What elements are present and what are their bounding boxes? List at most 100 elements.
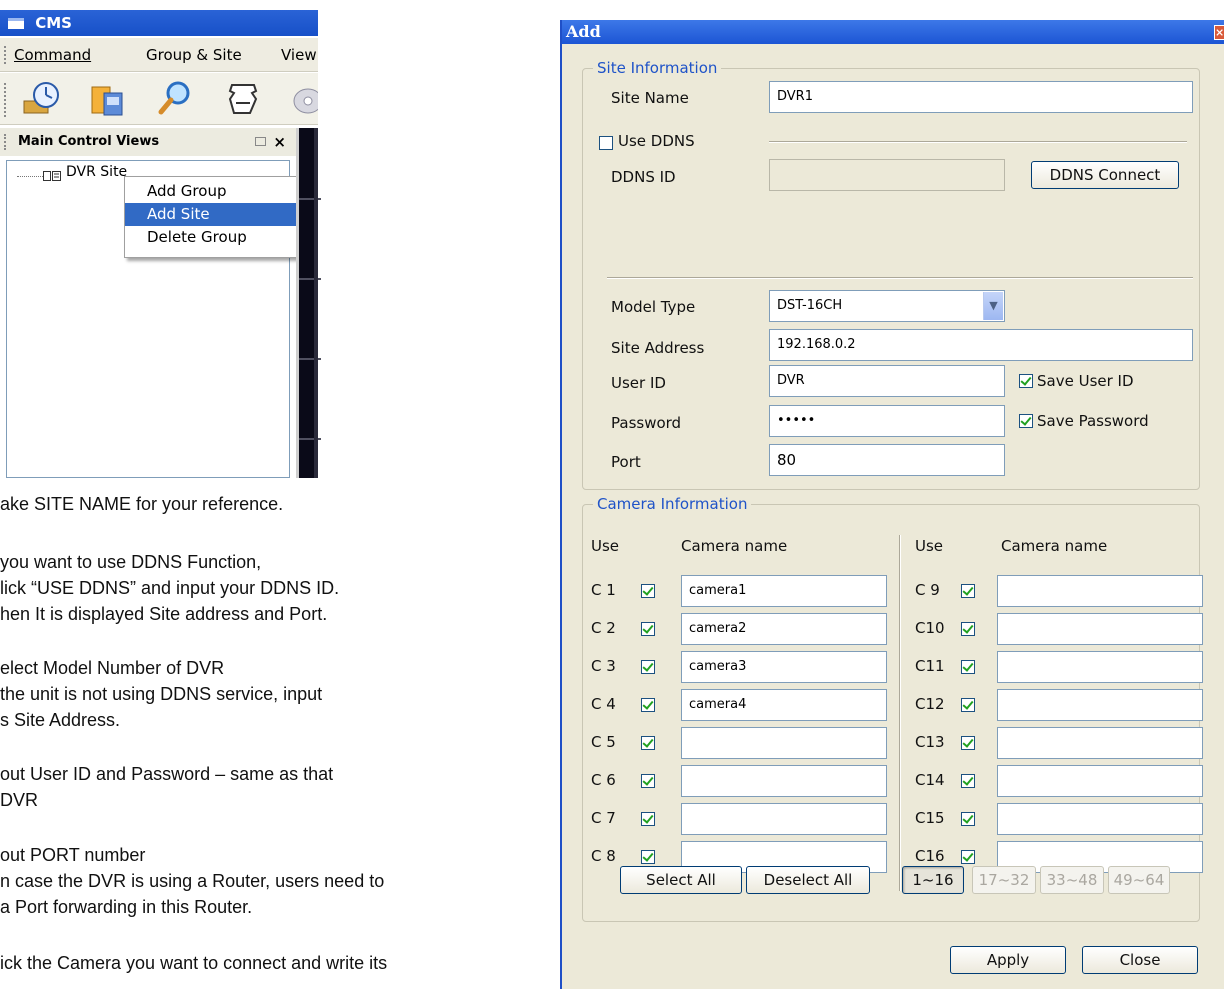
ddns-id-input[interactable] [769, 159, 1005, 191]
close-button[interactable]: Close [1082, 946, 1198, 974]
camera-information-group: Camera Information Use Camera name Use C… [582, 495, 1203, 922]
save-user-id-checkbox[interactable] [1019, 374, 1033, 388]
camera-name-input[interactable] [997, 727, 1203, 759]
camera-name-input[interactable] [997, 613, 1203, 645]
note-line: s Site Address. [0, 710, 121, 730]
note-line: out User ID and Password – same as that [0, 764, 334, 784]
apply-button[interactable]: Apply [950, 946, 1066, 974]
user-id-input[interactable]: DVR [769, 365, 1005, 397]
camera-name-input[interactable] [997, 689, 1203, 721]
camera-label: C16 [915, 847, 945, 865]
camera-label: C12 [915, 695, 945, 713]
model-type-label: Model Type [611, 298, 696, 316]
use-header: Use [591, 537, 620, 555]
camera-name-input[interactable] [997, 765, 1203, 797]
note-line: elect Model Number of DVR [0, 658, 225, 678]
note-line: lick “USE DDNS” and input your DDNS ID. [0, 578, 340, 598]
use-header: Use [915, 537, 944, 555]
ddns-id-label: DDNS ID [611, 168, 676, 186]
site-address-input[interactable]: 192.168.0.2 [769, 329, 1193, 361]
camera-label: C13 [915, 733, 945, 751]
camera-label: C15 [915, 809, 945, 827]
camera-label: C 4 [591, 695, 616, 713]
camera-name-input[interactable]: camera3 [681, 651, 887, 683]
camera-label: C 1 [591, 581, 616, 599]
camera-use-checkbox[interactable] [961, 812, 975, 826]
camera-name-input[interactable] [681, 727, 887, 759]
instruction-notes: ake SITE NAME for your reference. you wa… [0, 0, 540, 989]
ddns-separator [769, 141, 1187, 143]
camera-name-input[interactable] [681, 765, 887, 797]
note-line: you want to use DDNS Function, [0, 552, 262, 572]
page-tab-33-48[interactable]: 33~48 [1040, 866, 1104, 894]
deselect-all-button[interactable]: Deselect All [746, 866, 870, 894]
add-site-dialog: Add × Site Information Site Name DVR1 Us… [560, 20, 1224, 989]
camera-name-input[interactable] [997, 575, 1203, 607]
user-id-label: User ID [611, 374, 666, 392]
camera-use-checkbox[interactable] [641, 812, 655, 826]
camera-use-checkbox[interactable] [641, 622, 655, 636]
use-ddns-label: Use DDNS [618, 132, 695, 150]
page-tab-49-64[interactable]: 49~64 [1108, 866, 1170, 894]
camera-information-legend: Camera Information [593, 495, 752, 513]
camera-label: C 5 [591, 733, 616, 751]
camera-name-input[interactable]: camera2 [681, 613, 887, 645]
dialog-title-bar: Add × [562, 20, 1224, 44]
camera-use-checkbox[interactable] [641, 584, 655, 598]
note-line: a Port forwarding in this Router. [0, 897, 253, 917]
password-label: Password [611, 414, 682, 432]
camera-name-input[interactable] [997, 651, 1203, 683]
page-tab-1-16[interactable]: 1~16 [902, 866, 964, 894]
site-information-group: Site Information Site Name DVR1 Use DDNS… [582, 59, 1200, 490]
camera-label: C 2 [591, 619, 616, 637]
save-password-checkbox[interactable] [1019, 414, 1033, 428]
camera-label: C 3 [591, 657, 616, 675]
camera-label: C 7 [591, 809, 616, 827]
page-tab-17-32[interactable]: 17~32 [972, 866, 1036, 894]
chevron-down-icon[interactable]: ▼ [983, 292, 1003, 320]
select-all-button[interactable]: Select All [620, 866, 742, 894]
camera-use-checkbox[interactable] [961, 584, 975, 598]
camera-use-checkbox[interactable] [641, 698, 655, 712]
close-icon[interactable]: × [1214, 25, 1224, 40]
model-type-select[interactable]: DST-16CH ▼ [769, 290, 1005, 322]
camera-name-input[interactable] [681, 803, 887, 835]
ddns-connect-button[interactable]: DDNS Connect [1031, 161, 1179, 189]
note-line: n case the DVR is using a Router, users … [0, 871, 385, 891]
site-name-input[interactable]: DVR1 [769, 81, 1193, 113]
camera-label: C10 [915, 619, 945, 637]
camera-use-checkbox[interactable] [641, 850, 655, 864]
note-line: hen It is displayed Site address and Por… [0, 604, 328, 624]
camera-use-checkbox[interactable] [641, 774, 655, 788]
use-ddns-checkbox[interactable] [599, 136, 613, 150]
dialog-title: Add [566, 22, 601, 41]
camera-label: C 9 [915, 581, 940, 599]
site-separator [607, 277, 1193, 279]
camera-use-checkbox[interactable] [961, 774, 975, 788]
camera-use-checkbox[interactable] [961, 850, 975, 864]
camera-use-checkbox[interactable] [961, 622, 975, 636]
site-information-legend: Site Information [593, 59, 722, 77]
camera-label: C11 [915, 657, 945, 675]
camera-label: C 8 [591, 847, 616, 865]
camera-use-checkbox[interactable] [961, 660, 975, 674]
camera-name-input[interactable]: camera1 [681, 575, 887, 607]
site-address-label: Site Address [611, 339, 705, 357]
note-line: DVR [0, 790, 39, 810]
model-type-value: DST-16CH [777, 298, 843, 313]
port-label: Port [611, 453, 641, 471]
note-line: ick the Camera you want to connect and w… [0, 953, 388, 973]
camera-use-checkbox[interactable] [961, 736, 975, 750]
camera-label: C14 [915, 771, 945, 789]
camera-use-checkbox[interactable] [961, 698, 975, 712]
port-input[interactable]: 80 [769, 444, 1005, 476]
camera-use-checkbox[interactable] [641, 736, 655, 750]
password-input[interactable]: ••••• [769, 405, 1005, 437]
save-user-id-label: Save User ID [1037, 372, 1134, 390]
site-name-label: Site Name [611, 89, 689, 107]
camera-name-input[interactable] [997, 803, 1203, 835]
camera-name-input[interactable]: camera4 [681, 689, 887, 721]
save-password-label: Save Password [1037, 412, 1149, 430]
note-line: the unit is not using DDNS service, inpu… [0, 684, 323, 704]
camera-use-checkbox[interactable] [641, 660, 655, 674]
